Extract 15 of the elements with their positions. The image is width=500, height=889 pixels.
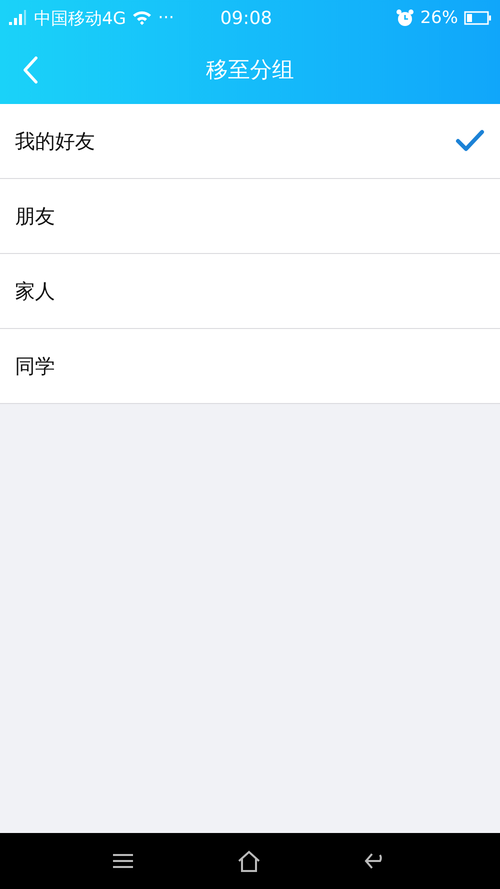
group-label: 同学 (15, 352, 56, 380)
group-label: 朋友 (15, 202, 56, 230)
alarm-icon (396, 9, 414, 27)
group-label: 我的好友 (15, 128, 96, 154)
signal-icon (8, 10, 28, 26)
group-label: 家人 (15, 278, 56, 304)
carrier-name: 中国移动4G (34, 8, 126, 30)
home-icon[interactable] (236, 850, 261, 872)
clock-time: 09:08 (220, 8, 272, 28)
battery-icon (464, 11, 492, 25)
wifi-icon (132, 10, 152, 26)
more-indicator: ··· (158, 8, 174, 28)
page-title: 移至分组 (206, 58, 294, 83)
battery-percent: 26% (420, 8, 458, 28)
menu-icon[interactable] (112, 853, 134, 869)
